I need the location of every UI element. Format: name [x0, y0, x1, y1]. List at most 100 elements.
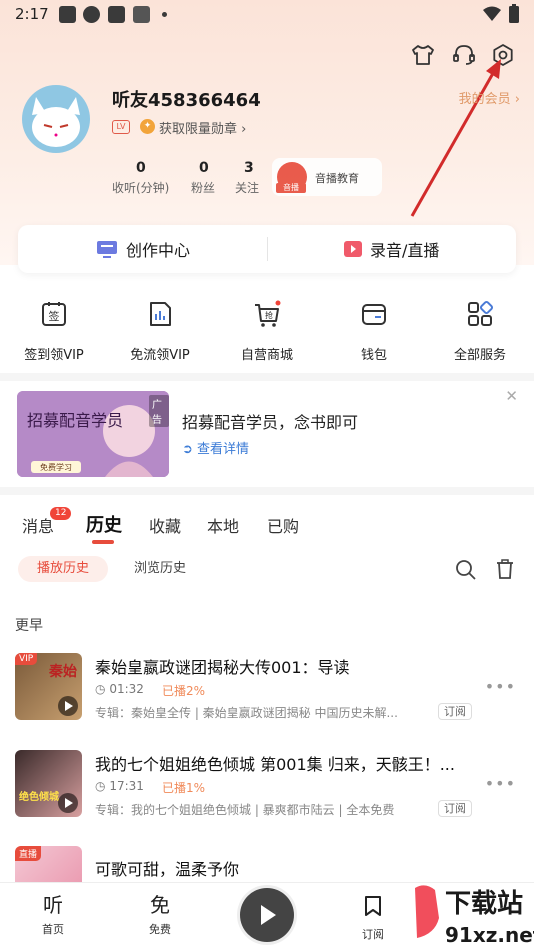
creator-center-label: 创作中心: [126, 241, 191, 260]
level-badge[interactable]: LV: [112, 120, 130, 134]
creator-center-button[interactable]: 创作中心: [96, 225, 190, 273]
track-album[interactable]: 专辑：我的七个姐姐绝色倾城 | 暴爽都市陆云 | 全本免费: [95, 801, 433, 818]
watermark-text: 下载站: [445, 889, 523, 919]
annotation-arrow: [410, 59, 501, 217]
cat-avatar-icon: [32, 97, 80, 147]
ad-artwork: 招募配音学员 免费学习: [17, 391, 169, 477]
track-title[interactable]: 秦始皇嬴政谜团揭秘大传001：导读: [95, 654, 475, 678]
subscribe-button[interactable]: 订阅: [438, 703, 472, 720]
live-tag: 直播: [15, 846, 42, 861]
filter-browse-history[interactable]: 浏览历史: [120, 556, 200, 582]
history-item[interactable]: 直播 可歌可甜，温柔予你: [0, 846, 534, 882]
my-membership-link[interactable]: 我的会员 ›: [459, 88, 520, 107]
tab-local[interactable]: 本地: [207, 513, 239, 537]
play-icon[interactable]: [58, 696, 78, 716]
stat-fans-value[interactable]: 0: [199, 160, 209, 176]
section-earlier-label: 更早: [15, 618, 43, 634]
play-icon[interactable]: [58, 793, 78, 813]
section-gap: [0, 373, 534, 381]
username[interactable]: 听友458366464: [112, 86, 261, 112]
status-bar: 2:17: [0, 0, 534, 30]
stat-fans-label: 粉丝: [191, 181, 216, 195]
clock-icon: ◷: [95, 682, 106, 696]
wifi-icon: [483, 6, 501, 21]
tab-favorites[interactable]: 收藏: [149, 513, 181, 537]
track-progress: 已播2%: [162, 684, 206, 698]
free-icon: 免: [150, 893, 170, 917]
ad-title[interactable]: 招募配音学员，念书即可: [182, 409, 358, 433]
track-duration: ◷ 17:31: [95, 779, 144, 793]
record-live-label: 录音/直播: [370, 241, 440, 260]
avatar[interactable]: [22, 85, 90, 153]
service-checkin-vip[interactable]: 签 签到领VIP: [6, 300, 102, 363]
service-self-mall[interactable]: 抢 自营商城: [219, 300, 315, 363]
nav-home[interactable]: 听 首页: [23, 893, 83, 937]
nav-subscribe[interactable]: 订阅: [343, 893, 403, 942]
education-label: 音播教育: [315, 172, 359, 185]
notification-icon: [59, 6, 76, 23]
notification-icon: [133, 6, 150, 23]
service-all[interactable]: 全部服务: [432, 300, 528, 363]
track-duration: ◷ 01:32: [95, 682, 144, 696]
cover-text: 秦始: [49, 664, 77, 680]
search-icon[interactable]: [455, 559, 477, 581]
tab-purchased[interactable]: 已购: [267, 513, 299, 537]
history-item[interactable]: 绝色倾城 我的七个姐姐绝色倾城 第001集 归来，天骸王！... ◷ 17:31…: [0, 750, 534, 832]
medal-icon: ✦: [140, 119, 155, 134]
track-cover[interactable]: 秦始 VIP: [15, 653, 82, 720]
creator-bar: 创作中心 录音/直播: [18, 225, 516, 273]
content-tabs: 消息 12 历史 收藏 本地 已购: [0, 505, 534, 545]
service-label: 全部服务: [453, 348, 506, 363]
ad-banner[interactable]: 招募配音学员 免费学习 广告 招募配音学员，念书即可 ➲ 查看详情 ✕: [0, 381, 534, 487]
service-label: 自营商城: [240, 348, 293, 363]
track-title[interactable]: 我的七个姐姐绝色倾城 第001集 归来，天骸王！...: [95, 751, 475, 775]
filter-play-history[interactable]: 播放历史: [18, 556, 108, 582]
close-icon[interactable]: ✕: [505, 387, 518, 405]
ad-image[interactable]: 招募配音学员 免费学习 广告: [17, 391, 169, 477]
service-label: 签到领VIP: [24, 348, 84, 363]
nav-free[interactable]: 免 免费: [130, 893, 190, 937]
stat-follow-label: 关注: [235, 181, 260, 195]
track-cover[interactable]: 直播: [15, 846, 82, 882]
wallet-icon: [362, 304, 386, 325]
message-count-badge: 12: [50, 507, 72, 520]
cart-icon-glyph: 抢: [265, 310, 273, 320]
education-promo-card[interactable]: 音播 音播教育: [272, 158, 382, 196]
now-playing-disc[interactable]: [240, 888, 294, 942]
track-album[interactable]: 专辑：秦始皇全传 | 秦始皇嬴政谜团揭秘 中国历史未解...: [95, 704, 433, 721]
tab-messages[interactable]: 消息: [22, 513, 54, 537]
service-label: 钱包: [360, 348, 387, 363]
track-cover[interactable]: 绝色倾城: [15, 750, 82, 817]
chevron-right-icon: ›: [514, 92, 520, 107]
trash-icon[interactable]: [495, 558, 515, 580]
ad-detail-link[interactable]: ➲ 查看详情: [182, 438, 249, 457]
checkin-icon: 签: [42, 302, 66, 326]
watermark-url: 91xz.net: [445, 923, 534, 947]
service-label: 免流领VIP: [130, 348, 190, 363]
shopping-cart-icon: 抢: [255, 300, 281, 327]
checkin-icon-glyph: 签: [49, 309, 60, 323]
tab-history[interactable]: 历史: [86, 511, 122, 537]
subscribe-button[interactable]: 订阅: [438, 800, 472, 817]
medal-link-label: 获取限量勋章: [159, 122, 238, 137]
service-wallet[interactable]: 钱包: [326, 300, 422, 363]
more-options-icon[interactable]: •••: [485, 774, 516, 793]
service-free-data-vip[interactable]: 免流领VIP: [112, 300, 208, 363]
stat-follow-value[interactable]: 3: [244, 160, 254, 176]
chevron-right-icon: ›: [241, 122, 247, 137]
nav-home-label: 首页: [42, 923, 64, 936]
nav-subscribe-label: 订阅: [362, 928, 384, 941]
medal-link[interactable]: 获取限量勋章 ›: [159, 118, 246, 137]
more-options-icon[interactable]: •••: [485, 677, 516, 696]
stat-listen-value[interactable]: 0: [136, 160, 146, 176]
track-title[interactable]: 可歌可甜，温柔予你: [95, 856, 475, 880]
active-tab-indicator: [92, 540, 114, 544]
duration-value: 01:32: [109, 682, 144, 696]
history-item[interactable]: 秦始 VIP 秦始皇嬴政谜团揭秘大传001：导读 ◷ 01:32 已播2% 专辑…: [0, 653, 534, 735]
cover-text: 绝色倾城: [19, 792, 59, 803]
ad-detail-label: 查看详情: [197, 442, 250, 457]
listen-icon: 听: [43, 893, 63, 917]
record-live-button[interactable]: 录音/直播: [344, 225, 439, 273]
data-chart-icon: [150, 302, 171, 326]
stat-listen-label: 收听(分钟): [112, 181, 170, 195]
